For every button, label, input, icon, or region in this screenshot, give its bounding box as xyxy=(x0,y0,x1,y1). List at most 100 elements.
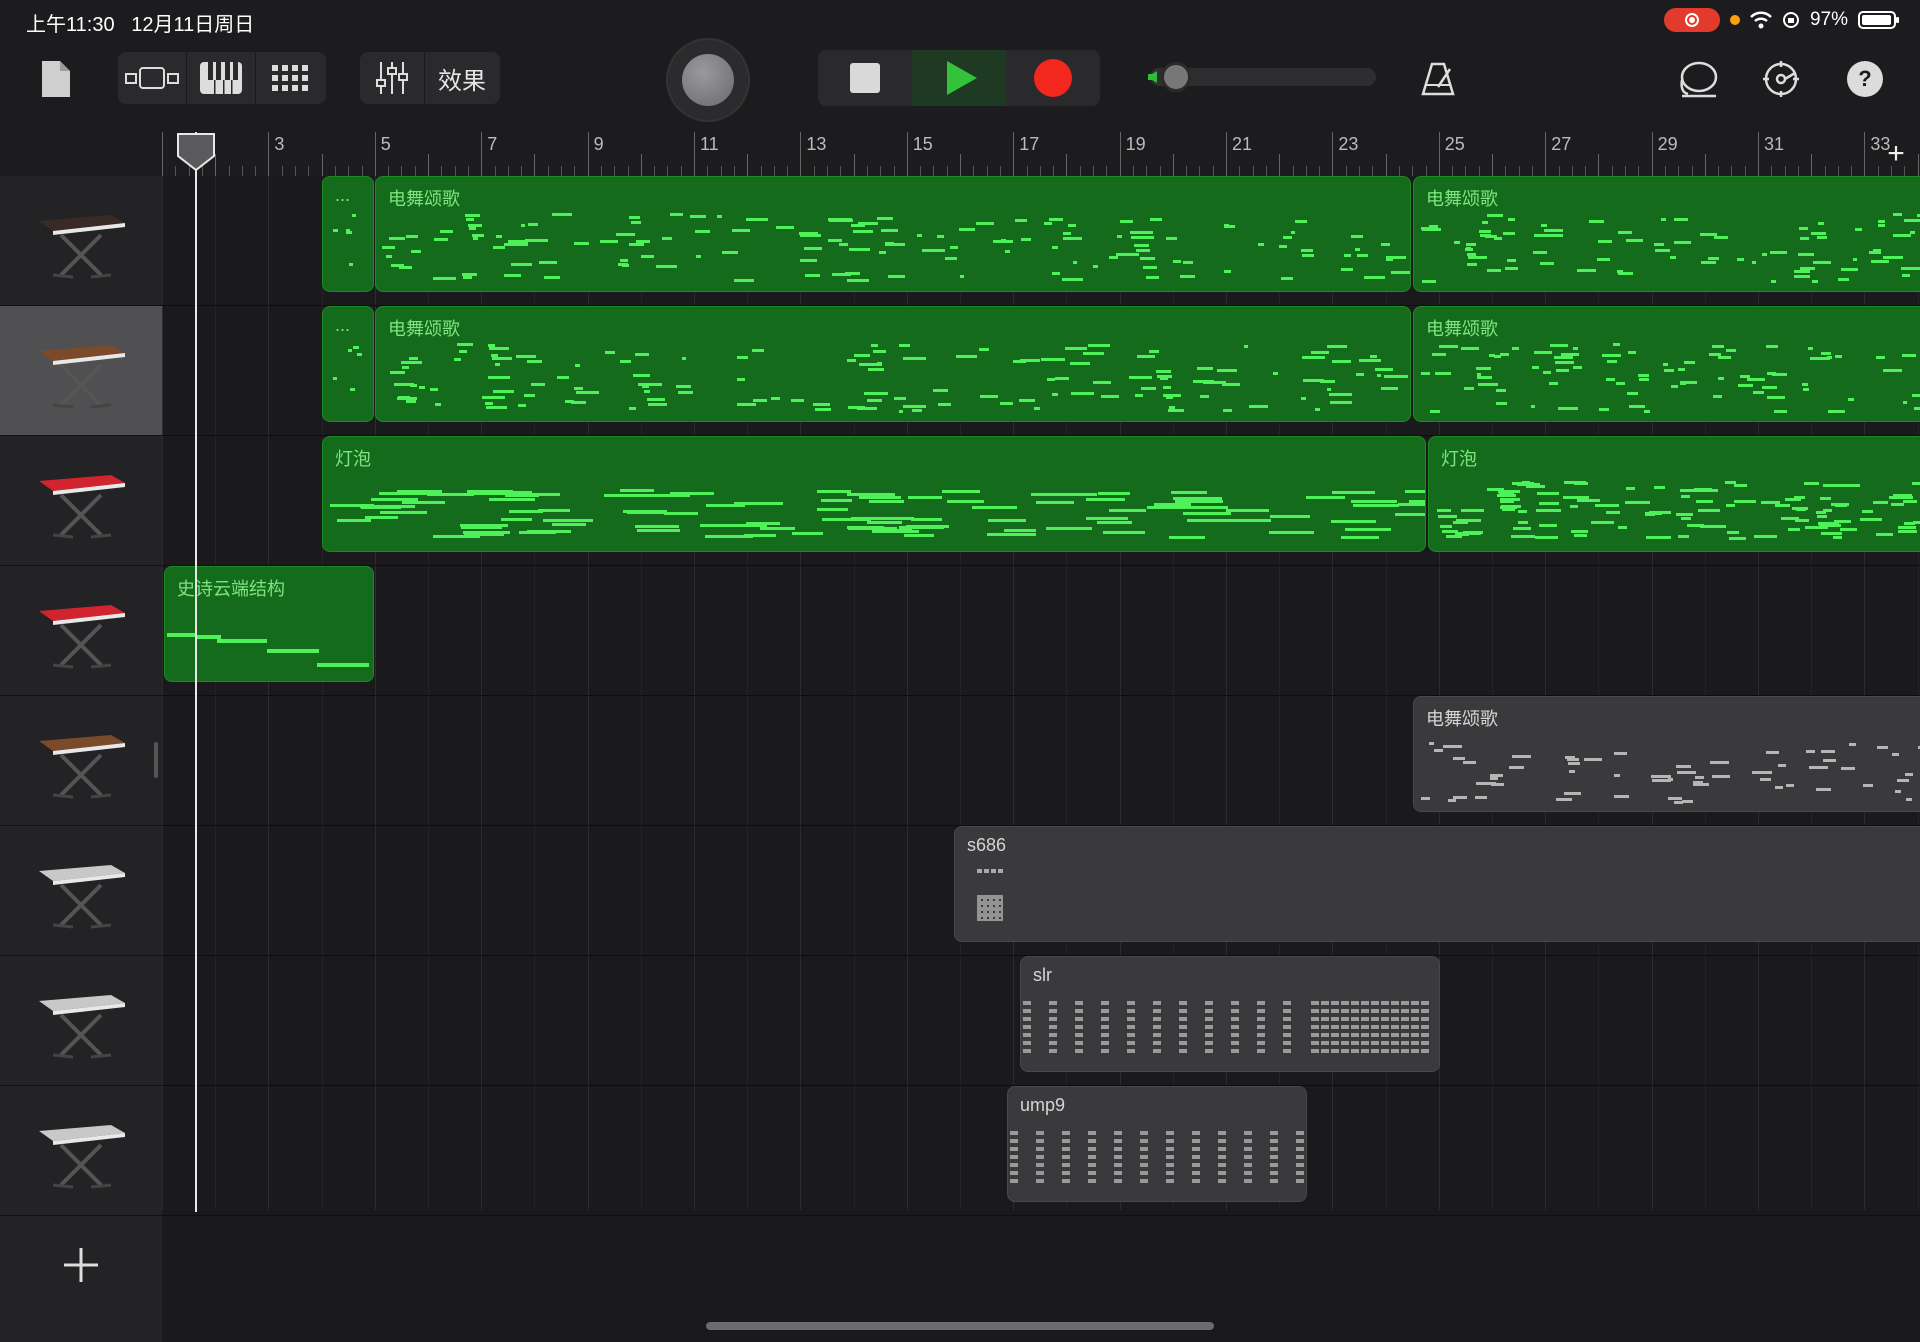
keyboard-icon[interactable] xyxy=(187,52,255,104)
midi-note xyxy=(813,402,830,406)
track-header-7[interactable] xyxy=(0,956,162,1086)
region-t2c[interactable]: 电舞颂歌 xyxy=(1413,306,1920,422)
ruler-subtick xyxy=(840,166,842,176)
drum-hits xyxy=(1391,1001,1399,1057)
track-header-6[interactable] xyxy=(0,826,162,956)
midi-note xyxy=(770,396,781,400)
midi-note xyxy=(1462,760,1477,764)
resize-handle[interactable] xyxy=(154,742,158,778)
region-t7a[interactable]: slr xyxy=(1020,956,1440,1072)
record-knob[interactable] xyxy=(668,40,748,120)
midi-note xyxy=(1135,248,1151,252)
help-icon[interactable]: ? xyxy=(1842,56,1888,102)
midi-note xyxy=(1700,487,1712,491)
midi-note xyxy=(1461,346,1480,350)
tracks-area[interactable]: ... 电舞颂歌 电舞颂歌 ... 电舞颂歌 电舞颂歌 灯泡 灯泡 史诗云端结构 xyxy=(162,176,1920,1342)
midi-note xyxy=(1443,744,1462,748)
midi-note xyxy=(348,348,352,352)
region-t8a[interactable]: ump9 xyxy=(1007,1086,1307,1202)
mixer-icon[interactable] xyxy=(360,52,424,104)
play-button[interactable] xyxy=(912,50,1006,106)
midi-note xyxy=(1891,503,1904,507)
playhead-handle[interactable] xyxy=(176,132,216,172)
ruler-subtick xyxy=(1638,166,1640,176)
track-header-1[interactable] xyxy=(0,176,162,306)
timeline-ruler[interactable]: 3 5 7 9 11 13 15 17 19 21 23 25 27 29 31 33 xyxy=(162,132,1920,177)
ruler-subtick xyxy=(1159,166,1161,176)
midi-note xyxy=(751,348,764,352)
midi-note xyxy=(401,366,409,370)
drum-hits xyxy=(1010,1131,1018,1187)
screen-recording-icon[interactable] xyxy=(1663,8,1720,32)
ruler-tick xyxy=(1119,132,1121,176)
midi-note xyxy=(1855,227,1862,231)
loop-icon[interactable] xyxy=(1674,56,1724,102)
midi-note xyxy=(511,262,533,266)
midi-note xyxy=(389,371,405,375)
region-t1c[interactable]: 电舞颂歌 xyxy=(1413,176,1920,292)
midi-note xyxy=(1629,404,1645,408)
ruler-tick xyxy=(1226,132,1227,176)
add-section-button[interactable]: + xyxy=(1880,137,1912,170)
midi-note xyxy=(1000,239,1007,243)
home-indicator[interactable] xyxy=(706,1322,1214,1330)
track-view-icon[interactable] xyxy=(118,52,186,104)
midi-note xyxy=(1035,500,1075,504)
effects-button[interactable]: 效果 xyxy=(425,52,499,104)
midi-note xyxy=(1499,353,1509,357)
status-indicators: 97% xyxy=(1663,6,1899,34)
ruler-tick xyxy=(321,154,323,176)
ruler-subtick xyxy=(1625,166,1626,176)
drum-hits xyxy=(1114,1131,1122,1187)
midi-note xyxy=(832,273,851,276)
region-t1b[interactable]: 电舞颂歌 xyxy=(375,176,1411,292)
midi-note xyxy=(1282,236,1292,240)
midi-note xyxy=(1479,234,1491,238)
track-header-3[interactable] xyxy=(0,436,162,566)
midi-note xyxy=(839,242,849,246)
midi-note xyxy=(1486,487,1504,491)
ruler-tick xyxy=(1066,154,1068,176)
midi-note xyxy=(1560,353,1579,357)
midi-note xyxy=(1498,492,1514,496)
midi-note xyxy=(1574,481,1588,485)
midi-note xyxy=(669,491,714,495)
track-header-8[interactable] xyxy=(0,1086,162,1216)
ruler-subtick xyxy=(1398,166,1400,176)
region-t2a[interactable]: ... xyxy=(322,306,374,422)
midi-note xyxy=(731,228,751,232)
grid-icon[interactable] xyxy=(256,52,326,104)
midi-note xyxy=(942,489,980,493)
ruler-subtick xyxy=(1505,166,1507,176)
ruler-bar-label: 19 xyxy=(1125,134,1146,154)
region-t3b[interactable]: 灯泡 xyxy=(1428,436,1920,552)
midi-note xyxy=(871,530,919,534)
stop-button[interactable] xyxy=(818,50,912,106)
midi-note xyxy=(1512,755,1531,759)
metronome-icon[interactable] xyxy=(1416,56,1460,102)
track-header-5[interactable] xyxy=(0,696,162,826)
ruler-subtick xyxy=(241,166,243,176)
document-icon[interactable] xyxy=(34,56,78,102)
add-track-button[interactable] xyxy=(56,1240,106,1290)
region-t1a[interactable]: ... xyxy=(322,176,374,292)
midi-note xyxy=(1700,261,1716,264)
track-header-4[interactable] xyxy=(0,566,162,696)
midi-note xyxy=(1800,236,1809,240)
region-label: 电舞颂歌 xyxy=(1426,319,1498,339)
ruler-bar-label: 9 xyxy=(593,134,604,154)
region-label: ... xyxy=(335,185,351,205)
ruler-subtick xyxy=(467,166,469,176)
region-t5a[interactable]: 电舞颂歌 xyxy=(1413,696,1920,812)
midi-note xyxy=(501,518,532,522)
settings-icon[interactable] xyxy=(1758,56,1804,102)
region-t6a[interactable]: s686 xyxy=(954,826,1920,942)
midi-note xyxy=(1300,397,1307,401)
midi-note xyxy=(618,263,629,267)
track-header-2[interactable] xyxy=(0,306,162,436)
region-t2b[interactable]: 电舞颂歌 xyxy=(375,306,1411,422)
region-t3a[interactable]: 灯泡 xyxy=(322,436,1426,552)
midi-note xyxy=(1695,499,1714,503)
record-button[interactable] xyxy=(1006,50,1100,106)
midi-note xyxy=(1345,527,1391,531)
